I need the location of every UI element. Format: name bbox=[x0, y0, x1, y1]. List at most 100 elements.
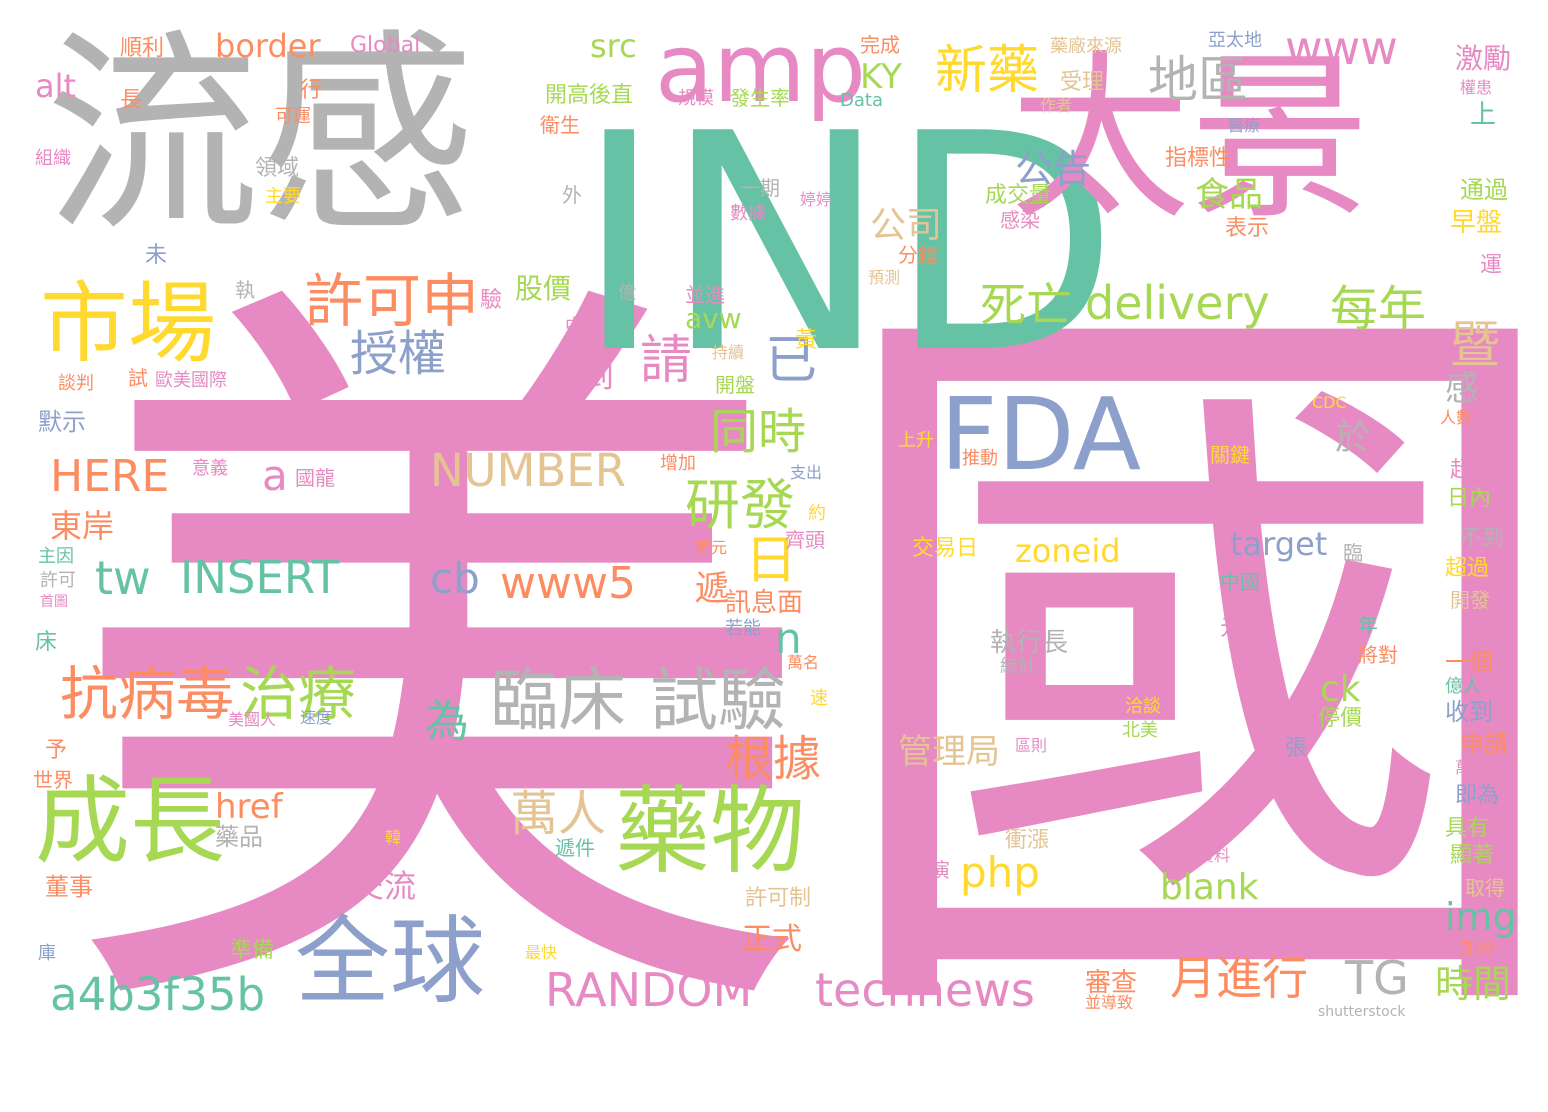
word-u80a1u50f9: 股價 bbox=[515, 272, 572, 305]
word-u8cc7u6599: 資料 bbox=[1198, 846, 1231, 865]
word-u7d04: 約 bbox=[808, 503, 826, 524]
word-u5340u5247: 區則 bbox=[1015, 736, 1048, 755]
word-u610fu7fa9: 意義 bbox=[192, 458, 228, 479]
word-u5b8cu6210: 完成 bbox=[860, 33, 900, 57]
word-u7d44u7e54: 組織 bbox=[35, 148, 71, 169]
word-u8868u793a: 表示 bbox=[1225, 216, 1270, 241]
word-u8ac7u5224: 談判 bbox=[58, 373, 94, 394]
word-u5c07u5c0d: 將對 bbox=[1358, 643, 1398, 667]
word-u66a8: 暨 bbox=[1450, 316, 1500, 374]
word-u9ec3: 黃 bbox=[795, 328, 818, 353]
word-u4ebau6578: 人數 bbox=[1440, 408, 1473, 427]
word-ck: ck bbox=[1320, 669, 1361, 710]
word-alt: alt bbox=[35, 67, 77, 105]
word-cdc: CDC bbox=[1312, 393, 1347, 412]
word-u9818u57df: 領域 bbox=[255, 156, 300, 181]
word-u9f4au982d: 齊頭 bbox=[785, 528, 825, 552]
word-a4b3f35b: a4b3f35b bbox=[50, 968, 266, 1021]
word-u901fu5ea6: 速度 bbox=[300, 708, 333, 727]
word-avw: avw bbox=[685, 302, 742, 335]
word-u4e2du570b: 中國 bbox=[1220, 570, 1260, 594]
word-u9806u5229: 順利 bbox=[120, 36, 165, 61]
word-u52a0u5206: 加分 bbox=[1460, 938, 1496, 959]
word-u4e0a: 上 bbox=[1470, 100, 1497, 130]
word-u6210u4ea4u91cf: 成交量 bbox=[985, 183, 1052, 208]
word-u9577: 長 bbox=[120, 88, 143, 113]
word-u611f: 感 bbox=[1445, 369, 1479, 409]
word-shutterstock: shutterstock bbox=[1318, 1004, 1406, 1020]
word-u5f35: 張 bbox=[1285, 736, 1308, 761]
word-u53d7u7406: 受理 bbox=[1060, 70, 1105, 95]
word-img: img bbox=[1445, 895, 1517, 939]
word-u4e3bu8981: 主要 bbox=[265, 186, 301, 207]
word-u905eu4ef6: 遞件 bbox=[555, 836, 595, 860]
word-blank: blank bbox=[1160, 867, 1259, 908]
word-border: border bbox=[215, 27, 321, 65]
word-u85e5u5ee0u4f86u6e90: 藥廠來源 bbox=[1050, 36, 1122, 57]
word-u6bcfu5e74: 每年 bbox=[1330, 281, 1427, 337]
word-u85e5u54c1: 藥品 bbox=[215, 823, 263, 851]
word-u904b: 運 bbox=[1480, 253, 1503, 278]
word-u9a57: 驗 bbox=[480, 288, 503, 313]
word-u81e8u5e8a: 臨床 bbox=[490, 662, 627, 741]
word-u7f8eu5143: 美元 bbox=[695, 538, 728, 557]
word-u56deu8986: 回覆 bbox=[1462, 430, 1507, 455]
word-u5177u6709: 具有 bbox=[1445, 816, 1490, 841]
word-u82e5u80fd: 若能 bbox=[725, 618, 761, 639]
word-u6b50u7f8eu570bu969b: 歐美國際 bbox=[155, 370, 227, 391]
word-u986fu8457: 顯著 bbox=[1450, 843, 1495, 868]
word-u7d71u8a08: 統計 bbox=[1000, 656, 1036, 677]
word-u5206u9418: 分鐘 bbox=[898, 243, 938, 267]
word-u65e9u76e4: 早盤 bbox=[1450, 208, 1503, 238]
word-u767cu751fu7387: 發生率 bbox=[730, 86, 790, 110]
word-u898fu6a21: 規模 bbox=[678, 88, 714, 109]
word-u95dcu9375: 關鍵 bbox=[1210, 443, 1250, 467]
word-u885bu751f: 衛生 bbox=[540, 113, 580, 137]
word-u6700u5feb: 最快 bbox=[525, 943, 558, 962]
word-u5143: 元 bbox=[1220, 616, 1243, 641]
word-u6297u75c5u6bd2: 抗病毒 bbox=[60, 660, 235, 728]
word-u6700: 最 bbox=[1470, 618, 1488, 639]
word-u4e00u671f: 一期 bbox=[740, 176, 780, 200]
word-u6536u5230: 收到 bbox=[1445, 698, 1493, 726]
word-u570bu9f8d: 國龍 bbox=[295, 466, 335, 490]
word-zoneid: zoneid bbox=[1015, 532, 1121, 570]
word-u6642u9593: 時間 bbox=[1435, 962, 1512, 1006]
word-u958bu767c: 開發 bbox=[1450, 588, 1490, 612]
word-random: RANDOM bbox=[545, 963, 753, 1017]
word-u81e8: 臨 bbox=[1343, 541, 1363, 565]
word-u8d85u8d8a: 超越 bbox=[1450, 458, 1495, 483]
word-u842cu4eba: 萬人 bbox=[510, 786, 607, 842]
word-u5730u5340: 地區 bbox=[1148, 51, 1248, 109]
word-tg: TG bbox=[1345, 951, 1409, 1005]
word-u958bu9ad8u5f8cu76f4: 開高後直 bbox=[545, 83, 634, 108]
word-u901f: 速 bbox=[810, 688, 828, 709]
word-u842cu81f3: 萬至 bbox=[1455, 758, 1488, 777]
word-u6fc0u52f5: 激勵 bbox=[1455, 42, 1512, 75]
word-u91abu7642: 醫療 bbox=[1228, 116, 1261, 135]
word-u8d85u904e: 超過 bbox=[1445, 556, 1490, 581]
word-target: target bbox=[1230, 525, 1328, 563]
word-u6b0au60a3: 權患 bbox=[1460, 78, 1493, 97]
word-u6839u64da: 根據 bbox=[725, 731, 822, 787]
word-src: src bbox=[590, 27, 637, 65]
word-tw: tw bbox=[95, 551, 151, 605]
word-u4e2d: 中 bbox=[565, 316, 583, 337]
word-global: Global bbox=[350, 33, 421, 58]
word-u6301u7e8c: 持續 bbox=[712, 343, 745, 362]
word-u7ba1u7406u5c40: 管理局 bbox=[898, 732, 1000, 772]
word-u4e00u500b: 一個 bbox=[1445, 648, 1493, 676]
word-u8a66u9a57: 試驗 bbox=[650, 662, 787, 741]
word-insert: INSERT bbox=[180, 551, 340, 604]
word-href: href bbox=[215, 787, 283, 827]
word-u7f8eu570bu4eba: 美國人 bbox=[228, 710, 277, 729]
word-u65bc: 於 bbox=[1335, 417, 1372, 458]
word-u884c: 行 bbox=[300, 78, 323, 103]
word-u5104u4eba: 億人 bbox=[1445, 676, 1481, 697]
word-u4f5cu8005: 作者 bbox=[1040, 96, 1073, 115]
word-u611fu67d3: 感染 bbox=[1000, 208, 1040, 232]
word-u4ea4u6d41: 交流 bbox=[352, 867, 417, 905]
word-u4e26u5c0eu81f4: 並導致 bbox=[1085, 993, 1134, 1012]
word-here: HERE bbox=[50, 451, 170, 502]
word-u4e0du5230: 不到 bbox=[1460, 526, 1505, 551]
